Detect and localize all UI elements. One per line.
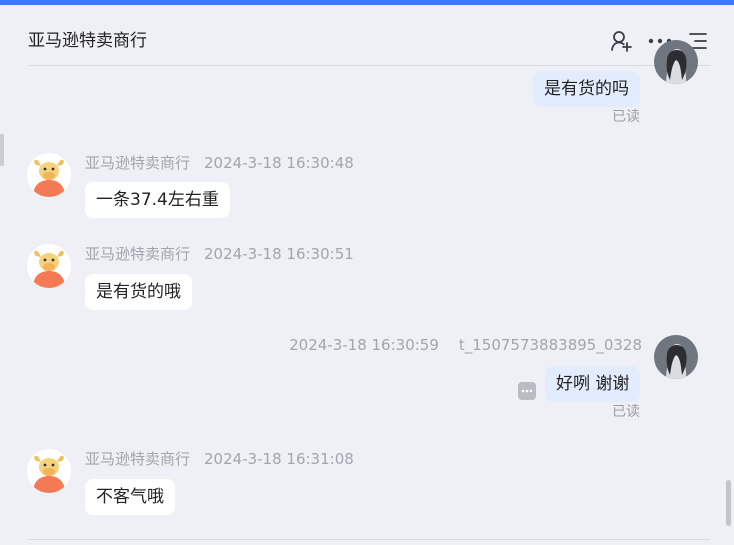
add-person-icon[interactable]: [608, 28, 634, 54]
composer-divider: [28, 539, 710, 540]
message-options-icon[interactable]: [518, 382, 536, 400]
self-avatar[interactable]: [654, 335, 698, 379]
sender-name: t_1507573883895_0328: [458, 336, 642, 354]
message-time: 2024-3-18 16:30:48: [204, 154, 354, 172]
read-status: 已读: [612, 109, 640, 125]
message-time: 2024-3-18 16:30:51: [204, 245, 354, 263]
scrollbar-thumb[interactable]: [726, 480, 731, 526]
message-bubble-outgoing[interactable]: 好咧 谢谢: [545, 366, 641, 402]
message-meta: 亚马逊特卖商行 2024-3-18 16:31:08: [85, 449, 354, 469]
message-meta: 亚马逊特卖商行 2024-3-18 16:30:48: [85, 153, 354, 173]
sender-name: 亚马逊特卖商行: [85, 154, 191, 172]
message-bubble-incoming[interactable]: 一条37.4左右重: [85, 182, 230, 218]
message-meta: 2024-3-18 16:30:59 t_1507573883895_0328: [289, 335, 642, 355]
shop-avatar[interactable]: [27, 153, 71, 197]
message-bubble-incoming[interactable]: 是有货的哦: [85, 274, 192, 310]
sender-name: 亚马逊特卖商行: [85, 450, 191, 468]
message-time: 2024-3-18 16:30:59: [289, 336, 439, 354]
self-avatar[interactable]: [654, 40, 698, 84]
shop-avatar[interactable]: [27, 244, 71, 288]
read-status: 已读: [612, 404, 640, 420]
message-bubble-outgoing[interactable]: 是有货的吗: [533, 71, 640, 107]
scrollbar-track[interactable]: [724, 66, 734, 539]
shop-avatar[interactable]: [27, 449, 71, 493]
header-divider: [28, 65, 710, 66]
sender-name: 亚马逊特卖商行: [85, 245, 191, 263]
message-bubble-incoming[interactable]: 不客气哦: [85, 479, 175, 515]
message-time: 2024-3-18 16:31:08: [204, 450, 354, 468]
message-meta: 亚马逊特卖商行 2024-3-18 16:30:51: [85, 244, 354, 264]
panel-resize-handle[interactable]: [0, 134, 4, 166]
chat-title: 亚马逊特卖商行: [28, 31, 147, 51]
